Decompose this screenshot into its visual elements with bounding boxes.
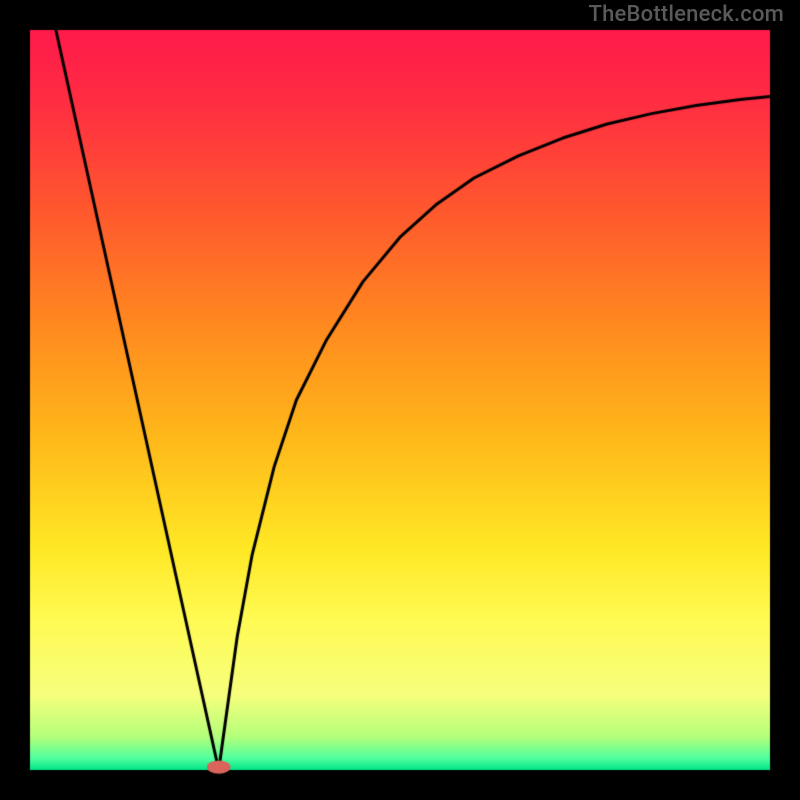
- watermark: TheBottleneck.com: [589, 2, 784, 27]
- bottleneck-curve-plot: [0, 0, 800, 800]
- chart-frame: TheBottleneck.com: [0, 0, 800, 800]
